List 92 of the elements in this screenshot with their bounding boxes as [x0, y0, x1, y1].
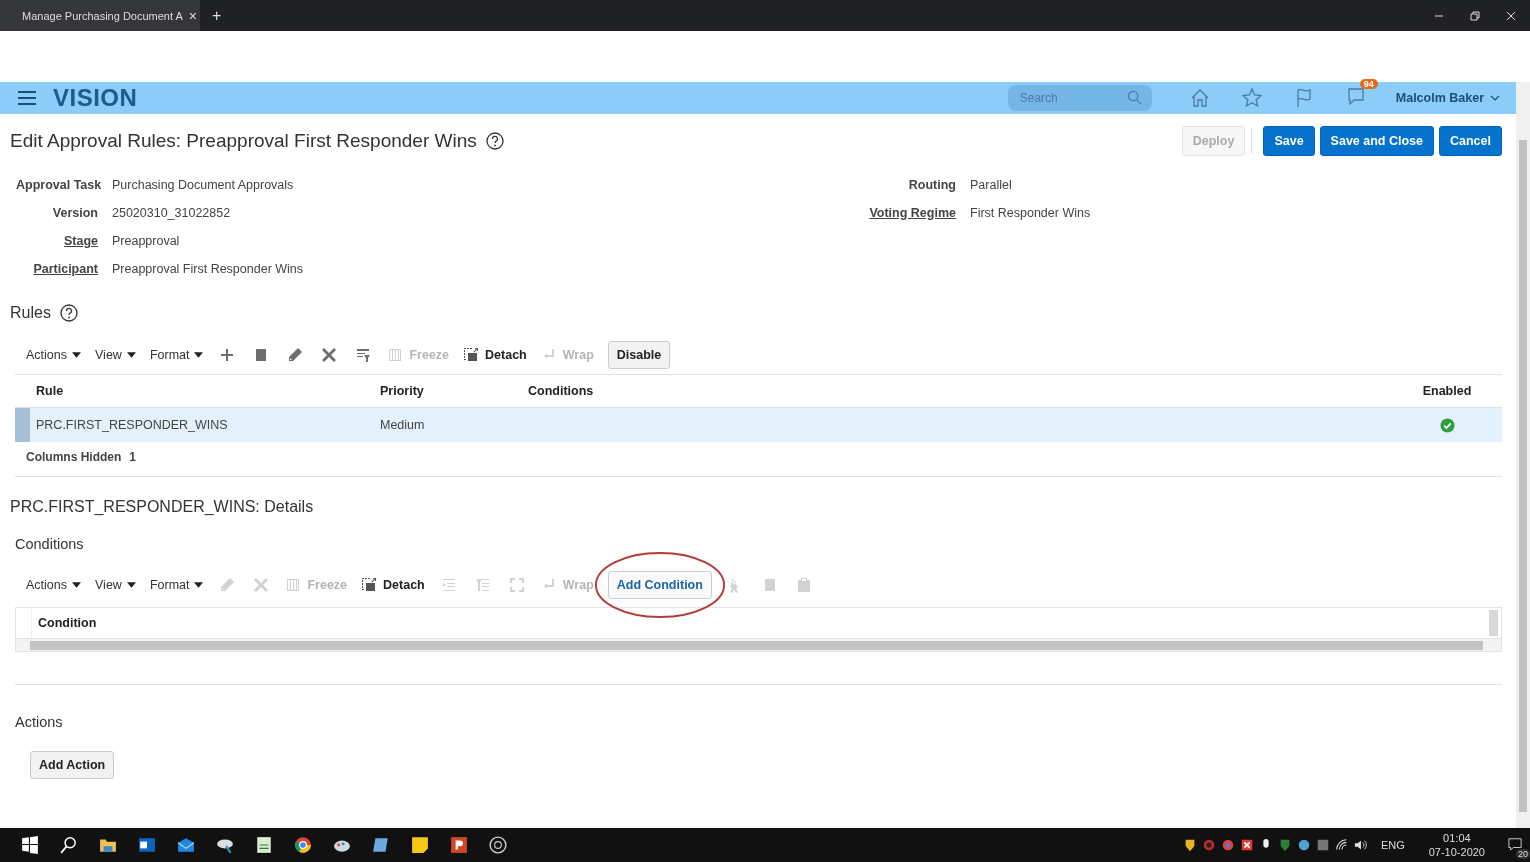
- browser-icon[interactable]: [293, 836, 312, 854]
- filter-icon[interactable]: [355, 347, 372, 363]
- field-value: Preapproval First Responder Wins: [112, 261, 304, 276]
- caret-icon: [194, 352, 204, 358]
- field-label[interactable]: Participant: [16, 261, 98, 276]
- chevron-down-icon[interactable]: [1490, 95, 1500, 101]
- star-icon[interactable]: [1241, 88, 1262, 108]
- app-icon[interactable]: [1240, 838, 1255, 852]
- section-title: Conditions: [15, 536, 85, 552]
- sticky-note-icon[interactable]: [410, 836, 429, 854]
- caret-icon: [72, 582, 81, 588]
- toolbar-button[interactable]: Disable: [607, 341, 671, 369]
- mail-app-icon[interactable]: [137, 836, 156, 854]
- search-icon[interactable]: [59, 836, 78, 854]
- page-action-button[interactable]: Save: [1263, 125, 1315, 156]
- app-icon[interactable]: [215, 836, 234, 854]
- field-label[interactable]: Voting Regime: [866, 205, 956, 220]
- language-indicator[interactable]: ENG: [1380, 839, 1405, 851]
- add-action-button[interactable]: Add Action: [30, 751, 115, 779]
- user-menu[interactable]: Malcolm Baker: [1395, 91, 1484, 105]
- help-icon[interactable]: [485, 131, 504, 150]
- close-icon[interactable]: [1506, 10, 1516, 21]
- toolbar-button[interactable]: Add Condition: [607, 571, 712, 599]
- column-header: Rule: [35, 384, 65, 398]
- field-value: First Responder Wins: [970, 205, 1091, 220]
- display-icon[interactable]: [1316, 838, 1331, 852]
- menu-button[interactable]: View: [95, 578, 136, 592]
- horizontal-scrollbar[interactable]: [16, 639, 1501, 651]
- restore-icon[interactable]: [1470, 10, 1480, 21]
- speaker-icon[interactable]: [1354, 838, 1369, 852]
- menu-button[interactable]: Actions: [26, 578, 81, 592]
- details-title: PRC.FIRST_RESPONDER_WINS: Details: [10, 498, 315, 516]
- grid-icon: [285, 577, 302, 593]
- clock[interactable]: 01:04 07-10-2020: [1428, 831, 1485, 859]
- start-icon[interactable]: [20, 836, 39, 854]
- envelope-icon[interactable]: [176, 836, 195, 854]
- field-value: 25020310_31022852: [112, 205, 231, 220]
- menu-button[interactable]: Actions: [26, 348, 81, 362]
- section-title: Actions: [15, 714, 64, 730]
- field-label[interactable]: Stage: [16, 233, 98, 248]
- field-value: Purchasing Document Approvals: [112, 177, 294, 192]
- presentation-icon[interactable]: [449, 836, 468, 854]
- caret-icon: [126, 352, 136, 358]
- brand-name: VISION: [53, 84, 138, 112]
- columns-hidden-label: Columns Hidden: [26, 450, 122, 464]
- field-value: Parallel: [970, 177, 1012, 192]
- notification-badge: 94: [1359, 79, 1378, 89]
- menu-icon[interactable]: [18, 91, 36, 105]
- menu-button[interactable]: Format: [149, 348, 204, 362]
- page-scrollbar[interactable]: [1516, 82, 1530, 828]
- plus-icon[interactable]: [219, 347, 236, 363]
- toolbar-button[interactable]: Detach: [361, 577, 425, 593]
- caret-icon: [126, 582, 136, 588]
- page-title: Edit Approval Rules: Preapproval First Responder Wins: [10, 129, 477, 152]
- new-tab-button[interactable]: +: [212, 6, 222, 25]
- detach-icon: [361, 577, 378, 593]
- table-row[interactable]: PRC.FIRST_RESPONDER_WINS Medium: [15, 408, 1502, 442]
- columns-hidden-count: 1: [129, 450, 137, 464]
- toolbar-button[interactable]: Detach: [463, 347, 527, 363]
- vertical-scrollbar[interactable]: [1489, 610, 1498, 636]
- field-label: Version: [51, 205, 98, 220]
- home-icon[interactable]: [1189, 88, 1210, 108]
- field-label: Routing: [907, 177, 956, 192]
- notepad-icon[interactable]: [254, 836, 273, 854]
- caret-icon: [194, 582, 204, 588]
- folder-icon[interactable]: [98, 836, 117, 854]
- table-cell-text: PRC.FIRST_RESPONDER_WINS: [35, 418, 229, 432]
- tab-title[interactable]: Manage Purchasing Document A: [22, 9, 183, 22]
- column-header: Conditions: [528, 384, 595, 398]
- caret-icon: [72, 352, 81, 358]
- close-tab-button[interactable]: ×: [188, 7, 197, 24]
- globe-icon[interactable]: [1297, 838, 1312, 852]
- grid-icon: [387, 347, 404, 363]
- pencil-icon[interactable]: [287, 347, 304, 363]
- aperture-icon[interactable]: [488, 836, 507, 854]
- menu-button[interactable]: View: [95, 348, 136, 362]
- section-title: Rules: [10, 304, 51, 322]
- notes-icon[interactable]: [371, 836, 390, 854]
- menu-button[interactable]: Format: [149, 578, 204, 592]
- column-header: Enabled: [1421, 384, 1473, 398]
- notification-icon[interactable]: [1507, 837, 1522, 851]
- cross-icon[interactable]: [321, 347, 338, 363]
- help-icon[interactable]: [59, 304, 78, 322]
- detach-icon: [463, 347, 480, 363]
- table-cell-text: Medium: [380, 418, 426, 432]
- page-action-button[interactable]: Cancel: [1439, 125, 1502, 156]
- page-action-button[interactable]: Save and Close: [1319, 125, 1434, 156]
- field-value: Preapproval: [112, 233, 180, 248]
- notification-count: 20: [1516, 849, 1530, 859]
- column-header: Priority: [380, 384, 425, 398]
- column-header: Condition: [37, 616, 97, 630]
- search-field[interactable]: Search: [1007, 85, 1152, 111]
